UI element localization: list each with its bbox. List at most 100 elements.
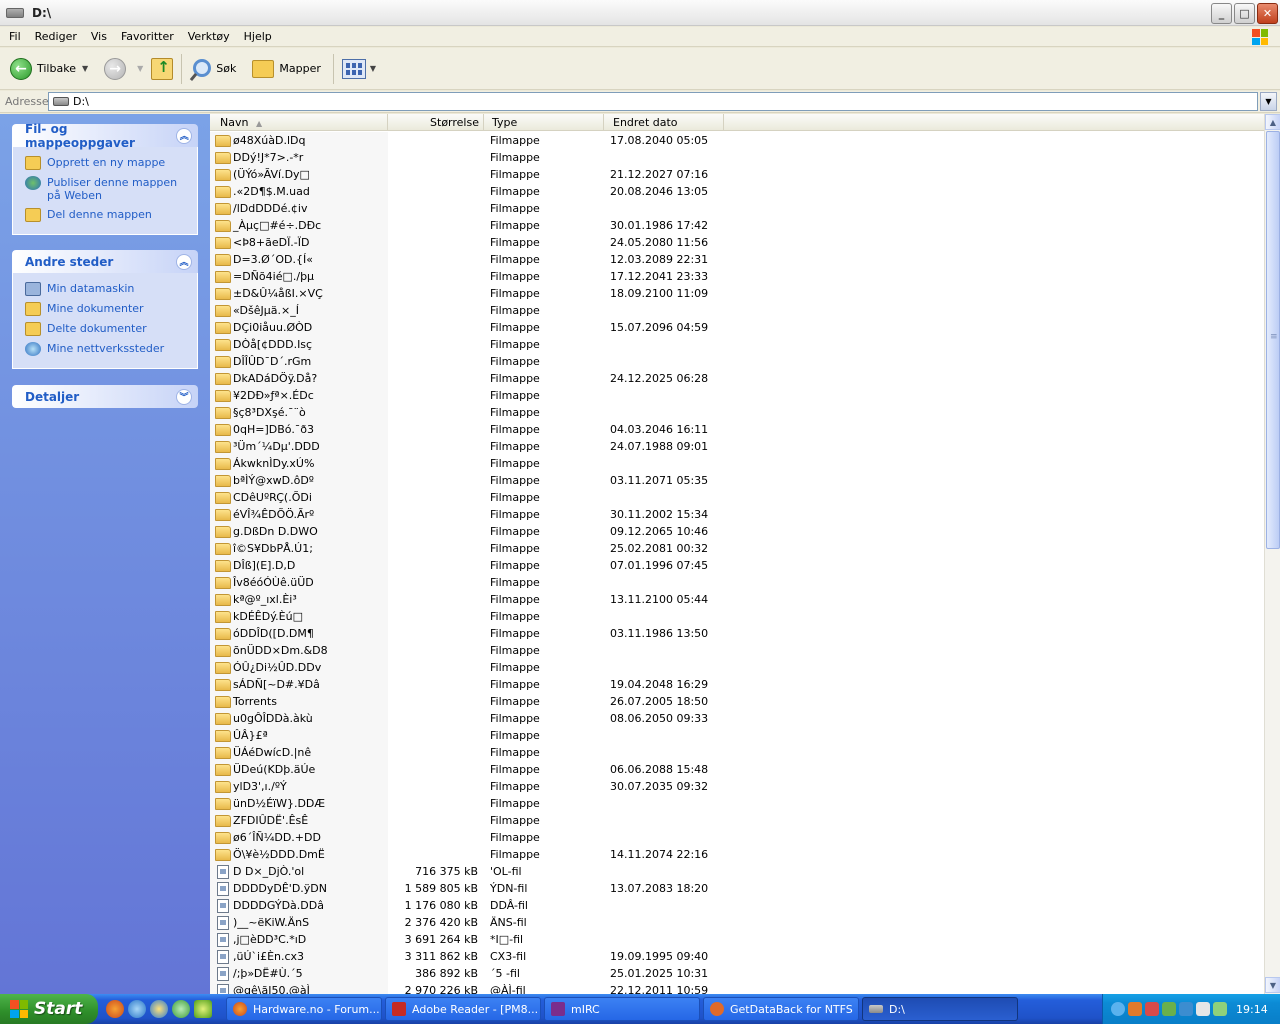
network-icon[interactable] <box>1213 1002 1227 1016</box>
back-dropdown-icon[interactable]: ▼ <box>82 64 88 73</box>
folder-row[interactable]: kDÉÊDý.Èú□ Filmappe <box>210 608 1264 625</box>
views-dropdown-icon[interactable]: ▼ <box>370 64 376 73</box>
task-share-folder[interactable]: Del denne mappen <box>25 208 191 222</box>
folder-row[interactable]: D=3.Ø´OD.{Í« Filmappe 12.03.2089 22:31 <box>210 251 1264 268</box>
forward-button[interactable]: → ▼ <box>100 52 147 86</box>
folder-row[interactable]: Îv8éóÓÙê.üÜD Filmappe <box>210 574 1264 591</box>
folder-row[interactable]: ÜÁéDwícD.|nê Filmappe <box>210 744 1264 761</box>
task-mirc[interactable]: mIRC <box>544 997 700 1021</box>
column-type[interactable]: Type <box>484 114 604 130</box>
minimize-button[interactable]: _ <box>1211 3 1232 24</box>
folder-row[interactable]: DÇi0iåuu.ØÒD Filmappe 15.07.2096 04:59 <box>210 319 1264 336</box>
task-new-folder[interactable]: Opprett en ny mappe <box>25 156 191 170</box>
search-button[interactable]: Søk <box>186 52 240 86</box>
folder-row[interactable]: ±D&Û¼åßI.×VÇ Filmappe 18.09.2100 11:09 <box>210 285 1264 302</box>
folder-row[interactable]: ÁkwknÌDy.xÚ% Filmappe <box>210 455 1264 472</box>
folder-row[interactable]: ø48XúàD.lDq Filmappe 17.08.2040 05:05 <box>210 132 1264 149</box>
task-explorer[interactable]: D:\ <box>862 997 1018 1021</box>
file-tasks-header[interactable]: Fil- og mappeoppgaver ︽ <box>12 122 198 150</box>
folder-row[interactable]: =DÑõ4ié□./þµ Filmappe 17.12.2041 23:33 <box>210 268 1264 285</box>
folder-row[interactable]: g.DßDn D.DWO Filmappe 09.12.2065 10:46 <box>210 523 1264 540</box>
folder-row[interactable]: §ç8³DXşé.¯¨ò Filmappe <box>210 404 1264 421</box>
task-publish-web[interactable]: Publiser denne mappen på Weben <box>25 176 191 202</box>
place-shared-documents[interactable]: Delte dokumenter <box>25 322 191 336</box>
folder-row[interactable]: <Þ8+ãeDÏ.-ÏD Filmappe 24.05.2080 11:56 <box>210 234 1264 251</box>
file-row[interactable]: D D×_DjÒ.'ol 716 375 kB 'OL-fil <box>210 863 1264 880</box>
folder-row[interactable]: bªÌÝ@xwD.ôDº Filmappe 03.11.2071 05:35 <box>210 472 1264 489</box>
close-button[interactable]: ✕ <box>1257 3 1278 24</box>
folder-row[interactable]: éVÎ¾ÊDÕÖ.Ãrº Filmappe 30.11.2002 15:34 <box>210 506 1264 523</box>
collapse-icon[interactable]: ︽ <box>176 127 192 144</box>
column-date[interactable]: Endret dato <box>604 114 724 130</box>
back-button[interactable]: ← Tilbake ▼ <box>6 52 92 86</box>
menu-edit[interactable]: Rediger <box>28 30 84 43</box>
folder-row[interactable]: õnÜDD×Dm.&D8 Filmappe <box>210 642 1264 659</box>
scroll-up-button[interactable]: ▲ <box>1265 114 1280 130</box>
menu-file[interactable]: Fil <box>0 30 28 43</box>
folder-row[interactable]: ¥2DÐ»ƒª×.ÉDc Filmappe <box>210 387 1264 404</box>
firefox-icon[interactable] <box>106 1000 124 1018</box>
ie-icon[interactable] <box>128 1000 146 1018</box>
up-button[interactable] <box>147 52 177 86</box>
folder-row[interactable]: 0qH=]DBó.¯ð3 Filmappe 04.03.2046 16:11 <box>210 421 1264 438</box>
folder-row[interactable]: (ÜÝó»ÃVí.Dy□ Filmappe 21.12.2027 07:16 <box>210 166 1264 183</box>
folder-row[interactable]: ÛÂ}£ª Filmappe <box>210 727 1264 744</box>
task-getdataback[interactable]: GetDataBack for NTFS <box>703 997 859 1021</box>
menu-favorites[interactable]: Favoritter <box>114 30 181 43</box>
folder-row[interactable]: DDý!J*7>.-*r Filmappe <box>210 149 1264 166</box>
views-button[interactable]: ▼ <box>338 52 380 86</box>
file-row[interactable]: ,üÚ`i£Èn.cx3 3 311 862 kB CX3-fil 19.09.199… <box>210 948 1264 965</box>
address-input[interactable]: D:\ <box>48 92 1258 111</box>
folder-row[interactable]: Torrents Filmappe 26.07.2005 18:50 <box>210 693 1264 710</box>
column-size[interactable]: Størrelse <box>388 114 484 130</box>
folder-row[interactable]: DkADáDÖÿ.Då? Filmappe 24.12.2025 06:28 <box>210 370 1264 387</box>
folder-row[interactable]: DÒå[¢DDD.Isç Filmappe <box>210 336 1264 353</box>
place-my-documents[interactable]: Mine dokumenter <box>25 302 191 316</box>
collapse-icon[interactable]: ︽ <box>176 253 192 270</box>
folder-row[interactable]: î©S¥DbPÅ.Ú1; Filmappe 25.02.2081 00:32 <box>210 540 1264 557</box>
file-row[interactable]: DDDDyDÊ'D.ÿDN 1 589 805 kB ÝDN-fil 13.07.20… <box>210 880 1264 897</box>
music-icon[interactable] <box>172 1000 190 1018</box>
folder-row[interactable]: ø6´ÎÑ¼DD.+DD Filmappe <box>210 829 1264 846</box>
folder-row[interactable]: u0gÔÎDDà.àkù Filmappe 08.06.2050 09:33 <box>210 710 1264 727</box>
task-firefox[interactable]: Hardware.no - Forum... <box>226 997 382 1021</box>
file-row[interactable]: ,j□èDD³C.*ıD 3 691 264 kB *I□-fil <box>210 931 1264 948</box>
menu-view[interactable]: Vis <box>84 30 114 43</box>
folder-row[interactable]: _Àµç□#é÷.DÐc Filmappe 30.01.1986 17:42 <box>210 217 1264 234</box>
folder-row[interactable]: ³Üm´¼Dµ'.DDD Filmappe 24.07.1988 09:01 <box>210 438 1264 455</box>
media-player-icon[interactable] <box>150 1000 168 1018</box>
folder-row[interactable]: CDêUºRÇ(.ÕDi Filmappe <box>210 489 1264 506</box>
folder-row[interactable]: ZFDIÛDË'.ÊsÊ Filmappe <box>210 812 1264 829</box>
column-name[interactable]: Navn ▲ <box>210 114 388 130</box>
scroll-thumb[interactable] <box>1266 131 1280 549</box>
other-places-header[interactable]: Andre steder ︽ <box>12 250 198 273</box>
maximize-button[interactable]: □ <box>1234 3 1255 24</box>
folders-button[interactable]: Mapper <box>248 52 325 86</box>
folder-row[interactable]: óDDÎD([D.DM¶ Filmappe 03.11.1986 13:50 <box>210 625 1264 642</box>
folder-row[interactable]: sÁDÑ[~D#.¥Dâ Filmappe 19.04.2048 16:29 <box>210 676 1264 693</box>
folder-row[interactable]: /lDdDDDé.¢iv Filmappe <box>210 200 1264 217</box>
folder-row[interactable]: Ö\¥è½DDD.DmË Filmappe 14.11.2074 22:16 <box>210 846 1264 863</box>
expand-icon[interactable]: ︾ <box>176 388 192 405</box>
folder-row[interactable]: ylD3',ı./ºÝ Filmappe 30.07.2035 09:32 <box>210 778 1264 795</box>
menu-help[interactable]: Hjelp <box>237 30 279 43</box>
task-adobe-reader[interactable]: Adobe Reader - [PM8... <box>385 997 541 1021</box>
forward-dropdown-icon[interactable]: ▼ <box>137 64 143 73</box>
folder-row[interactable]: .«2D¶$.M.uad Filmappe 20.08.2046 13:05 <box>210 183 1264 200</box>
folder-row[interactable]: ünD½ÉïW}.DDÆ Filmappe <box>210 795 1264 812</box>
place-network[interactable]: Mine nettverkssteder <box>25 342 191 356</box>
scroll-down-button[interactable]: ▼ <box>1265 977 1280 993</box>
folder-row[interactable]: ÜDeú(KDþ.äÚe Filmappe 06.06.2088 15:48 <box>210 761 1264 778</box>
place-my-computer[interactable]: Min datamaskin <box>25 282 191 296</box>
menu-tools[interactable]: Verktøy <box>181 30 237 43</box>
tray-app-icon[interactable] <box>1179 1002 1193 1016</box>
file-row[interactable]: DDDDGÝDà.DDâ 1 176 080 kB DDÂ-fil <box>210 897 1264 914</box>
address-dropdown-button[interactable]: ▼ <box>1260 92 1277 111</box>
file-row[interactable]: )__~ëKiW.ÄnS 2 376 420 kB ÄNS-fil <box>210 914 1264 931</box>
java-icon[interactable] <box>1128 1002 1142 1016</box>
tray-app-icon[interactable] <box>1162 1002 1176 1016</box>
safely-remove-icon[interactable] <box>1196 1002 1210 1016</box>
file-row[interactable]: /;þ»DË#Ù.´5 386 892 kB ´5 -fil 25.01.2025 1… <box>210 965 1264 982</box>
folder-row[interactable]: kª@º_ıxl.Èi³ Filmappe 13.11.2100 05:44 <box>210 591 1264 608</box>
tray-expand-icon[interactable] <box>1111 1002 1125 1016</box>
